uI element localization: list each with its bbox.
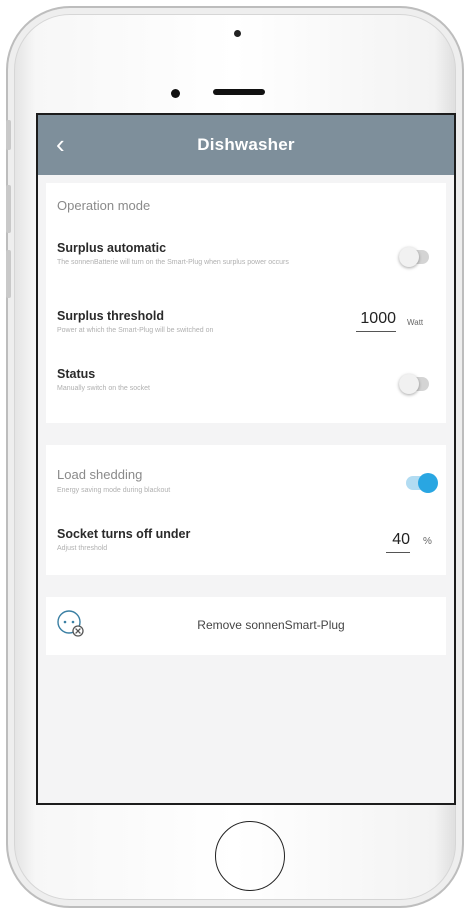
volume-up-button bbox=[6, 185, 11, 233]
app-screen: ‹ Dishwasher Operation mode Surplus auto… bbox=[36, 113, 456, 805]
toggle-knob bbox=[418, 473, 438, 493]
load-shedding-toggle[interactable] bbox=[406, 473, 438, 493]
socket-turns-off-unit: % bbox=[423, 536, 432, 547]
socket-turns-off-input[interactable]: 40 bbox=[386, 531, 410, 553]
socket-turns-off-description: Adjust threshold bbox=[57, 545, 108, 552]
status-title: Status bbox=[57, 367, 96, 381]
load-shedding-title: Load shedding bbox=[57, 467, 143, 482]
remove-plug-label: Remove sonnenSmart-Plug bbox=[197, 618, 345, 632]
page-title: Dishwasher bbox=[197, 135, 295, 154]
status-toggle[interactable] bbox=[399, 374, 429, 394]
surplus-threshold-input[interactable]: 1000 bbox=[356, 310, 396, 332]
surplus-automatic-toggle[interactable] bbox=[399, 247, 429, 267]
load-shedding-description: Energy saving mode during blackout bbox=[57, 487, 171, 494]
surplus-threshold-description: Power at which the Smart-Plug will be sw… bbox=[57, 327, 214, 334]
operation-mode-label: Operation mode bbox=[57, 198, 151, 213]
load-shedding-card: Load shedding Energy saving mode during … bbox=[46, 445, 446, 575]
home-button[interactable] bbox=[215, 821, 285, 891]
header-bar: ‹ Dishwasher bbox=[38, 115, 454, 175]
surplus-automatic-description: The sonnenBatterie will turn on the Smar… bbox=[57, 259, 289, 266]
toggle-knob bbox=[399, 247, 419, 267]
status-description: Manually switch on the socket bbox=[57, 385, 150, 392]
surplus-threshold-title: Surplus threshold bbox=[57, 309, 164, 323]
earpiece-speaker bbox=[213, 89, 265, 95]
remove-plug-button[interactable]: Remove sonnenSmart-Plug bbox=[46, 597, 446, 655]
front-camera bbox=[171, 89, 180, 98]
mute-switch bbox=[6, 120, 11, 150]
toggle-knob bbox=[399, 374, 419, 394]
smart-plug-remove-icon bbox=[57, 610, 84, 637]
volume-down-button bbox=[6, 250, 11, 298]
operation-mode-card: Operation mode Surplus automatic The son… bbox=[46, 183, 446, 423]
socket-turns-off-title: Socket turns off under bbox=[57, 527, 191, 541]
surplus-threshold-unit: Watt bbox=[407, 318, 424, 327]
surplus-automatic-title: Surplus automatic bbox=[57, 241, 167, 255]
proximity-sensor bbox=[234, 30, 241, 37]
